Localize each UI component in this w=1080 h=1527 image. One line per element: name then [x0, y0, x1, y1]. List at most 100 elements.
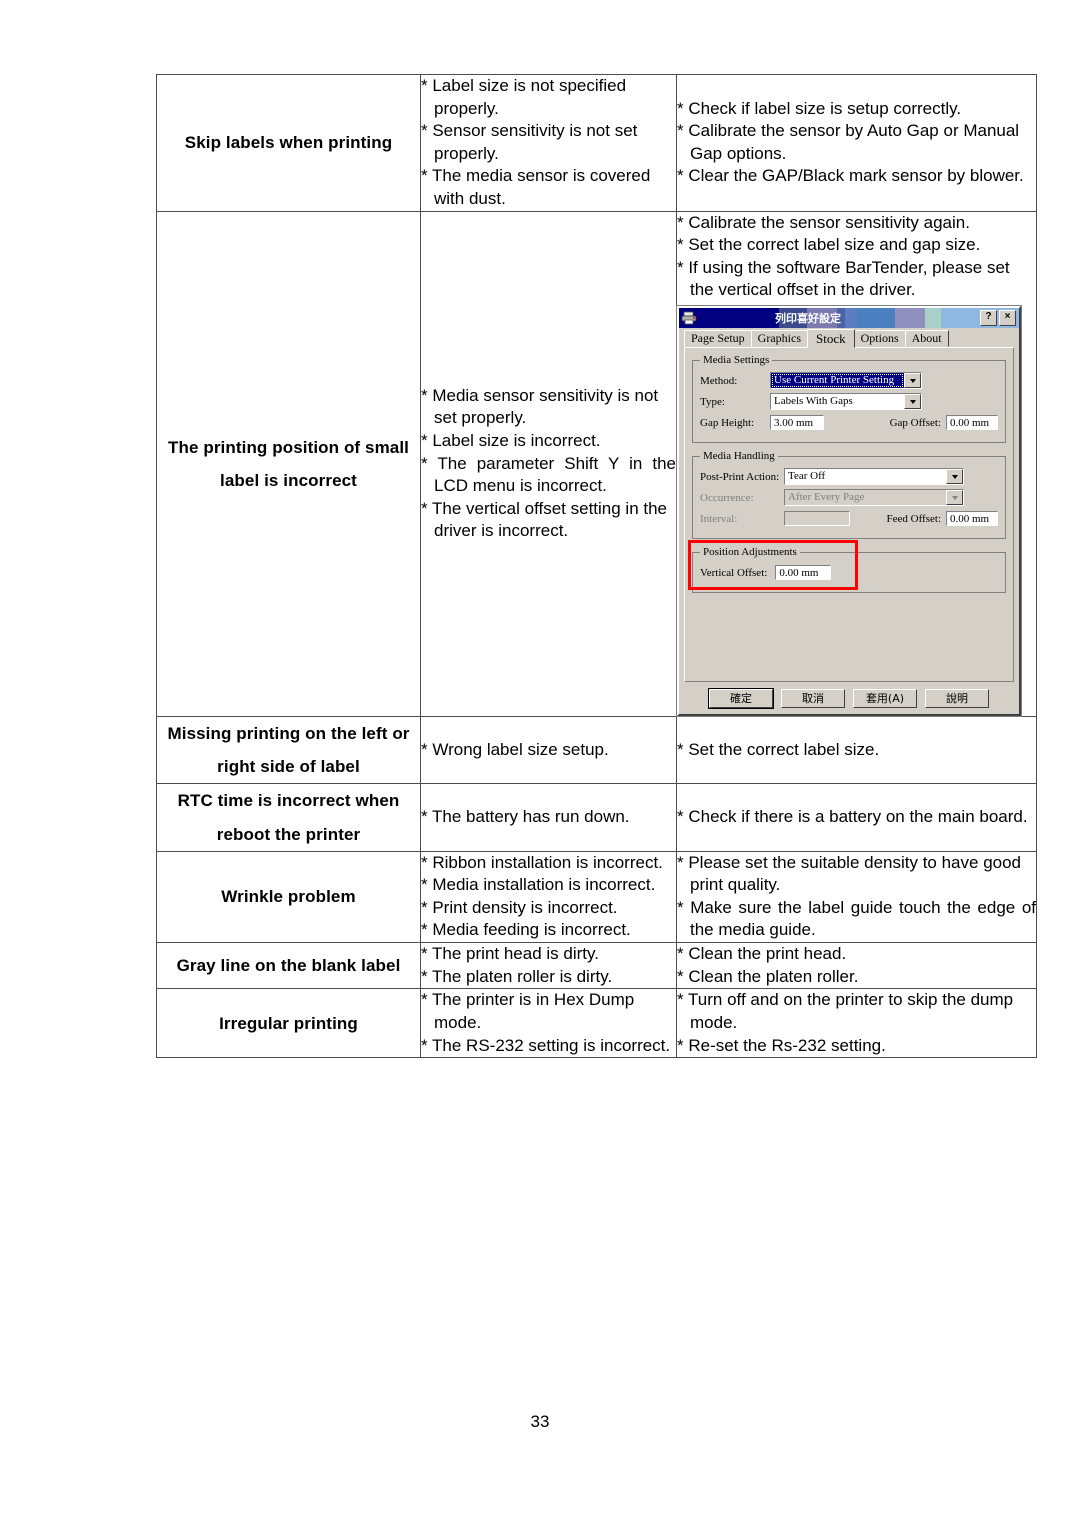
occurrence-value: After Every Page [788, 491, 865, 504]
type-row: Type: Labels With Gaps [700, 393, 998, 411]
cause-item: * The battery has run down. [421, 807, 630, 827]
table-row: Missing printing on the left or right si… [156, 716, 1037, 785]
chevron-down-icon[interactable] [904, 394, 921, 410]
chevron-down-icon[interactable] [904, 373, 921, 389]
solution-item: * If using the software BarTender, pleas… [677, 257, 1010, 300]
close-icon[interactable]: × [999, 310, 1016, 327]
cancel-button[interactable]: 取消 [781, 689, 845, 709]
solution-item: * Check if label size is setup correctly… [677, 98, 962, 118]
method-value: Use Current Printer Setting [771, 373, 904, 389]
cause-item: * The RS-232 setting is incorrect. [421, 1035, 671, 1055]
symptom-text: Gray line on the blank label [176, 956, 401, 976]
cause-cell: * The print head is dirty. * The platen … [420, 942, 677, 990]
interval-row: Interval: Feed Offset: 0.00 mm [700, 510, 998, 527]
cause-item: * The print head is dirty. [421, 944, 599, 964]
symptom-cell: RTC time is incorrect when reboot the pr… [156, 783, 421, 852]
media-settings-group: Media Settings Method: Use Current Print… [692, 354, 1006, 444]
vertical-offset-label: Vertical Offset: [700, 566, 768, 579]
symptom-cell: Skip labels when printing [156, 74, 421, 212]
cause-cell: * Wrong label size setup. [420, 716, 677, 785]
symptom-text: Skip labels when printing [184, 133, 393, 153]
solution-item: * Set the correct label size and gap siz… [677, 235, 981, 255]
solution-item: * Turn off and on the printer to skip th… [677, 990, 1014, 1032]
chevron-down-icon[interactable] [946, 469, 963, 485]
cause-item: * The printer is in Hex Dump mode. [421, 990, 635, 1032]
cause-item: * Media feeding is incorrect. [421, 920, 631, 940]
solution-item: * Check if there is a battery on the mai… [677, 807, 1028, 827]
cause-item: * The parameter Shift Y in the LCD menu … [421, 453, 676, 496]
media-handling-group: Media Handling Post-Print Action: Tear O… [692, 450, 1006, 540]
solution-item: * Set the correct label size. [677, 739, 880, 759]
solution-cell: * Turn off and on the printer to skip th… [676, 988, 1037, 1059]
method-label: Method: [700, 374, 738, 387]
solution-item: * Clean the print head. [677, 944, 847, 964]
title-bar-gradient [679, 308, 1019, 329]
solution-cell: * Clean the print head. * Clean the plat… [676, 942, 1037, 990]
table-row: RTC time is incorrect when reboot the pr… [156, 783, 1037, 852]
feed-offset-label: Feed Offset: [886, 512, 941, 525]
troubleshooting-table: Skip labels when printing * Label size i… [156, 74, 1037, 1059]
page-number: 33 [530, 1412, 550, 1431]
cause-cell: * Label size is not specified properly. … [420, 74, 677, 212]
method-row: Method: Use Current Printer Setting [700, 372, 998, 390]
method-dropdown[interactable]: Use Current Printer Setting [770, 372, 922, 390]
tab-about[interactable]: About [904, 330, 949, 348]
table-row: The printing position of small label is … [156, 210, 1037, 718]
gap-offset-input[interactable]: 0.00 mm [946, 415, 998, 431]
dialog-tab-strip: Page Setup Graphics Stock Options About [679, 328, 1019, 349]
cause-item: * Ribbon installation is incorrect. [421, 852, 663, 872]
cause-cell: * Media sensor sensitivity is not set pr… [420, 210, 677, 718]
gap-height-label: Gap Height: [700, 416, 755, 429]
post-print-action-value: Tear Off [788, 470, 826, 483]
solution-item: * Re-set the Rs-232 setting. [677, 1035, 886, 1055]
help-button[interactable]: 說明 [925, 689, 989, 709]
post-print-action-label: Post-Print Action: [700, 470, 780, 483]
tab-page-setup[interactable]: Page Setup [684, 330, 752, 348]
occurrence-dropdown: After Every Page [784, 489, 964, 507]
tab-stock[interactable]: Stock [807, 329, 855, 349]
solution-item: * Calibrate the sensor sensitivity again… [677, 212, 970, 232]
symptom-cell: Missing printing on the left or right si… [156, 716, 421, 785]
gap-height-input[interactable]: 3.00 mm [770, 415, 824, 431]
solution-item: * Clear the GAP/Black mark sensor by blo… [677, 166, 1024, 186]
table-row: Gray line on the blank label * The print… [156, 942, 1037, 990]
occurrence-row: Occurrence: After Every Page [700, 489, 998, 507]
cause-item: * Sensor sensitivity is not set properly… [421, 121, 638, 163]
type-dropdown[interactable]: Labels With Gaps [770, 393, 922, 411]
help-icon[interactable]: ? [980, 310, 997, 327]
tab-graphics[interactable]: Graphics [750, 330, 808, 348]
gap-row: Gap Height: 3.00 mm Gap Offset: 0.00 mm [700, 414, 998, 431]
vertical-offset-input[interactable]: 0.00 mm [775, 565, 832, 581]
tab-options[interactable]: Options [853, 330, 906, 348]
cause-item: * The media sensor is covered with dust. [421, 166, 651, 209]
solution-item: * Calibrate the sensor by Auto Gap or Ma… [677, 121, 1020, 163]
symptom-text-line2: right side of label [217, 757, 360, 777]
ok-button[interactable]: 確定 [709, 689, 773, 709]
apply-button[interactable]: 套用(A) [853, 689, 917, 709]
document-page: Skip labels when printing * Label size i… [0, 0, 1080, 1527]
table-row: Irregular printing * The printer is in H… [156, 988, 1037, 1059]
post-print-action-dropdown[interactable]: Tear Off [784, 468, 964, 486]
symptom-text: Wrinkle problem [221, 887, 356, 907]
cause-item: * Wrong label size setup. [421, 739, 609, 759]
cause-item: * Media installation is incorrect. [421, 875, 656, 895]
cause-item: * Label size is not specified properly. [421, 76, 627, 118]
media-settings-legend: Media Settings [703, 354, 770, 367]
symptom-text-line1: RTC time is incorrect when [177, 791, 400, 811]
symptom-cell: The printing position of small label is … [156, 210, 421, 718]
type-label: Type: [700, 395, 725, 408]
cause-item: * Print density is incorrect. [421, 897, 618, 917]
printing-preferences-dialog: 列印喜好設定 ? × Page Setup Graphics Stock Opt… [677, 306, 1021, 717]
solution-cell: * Check if there is a battery on the mai… [676, 783, 1037, 852]
feed-offset-input[interactable]: 0.00 mm [946, 511, 998, 527]
cause-cell: * The battery has run down. [420, 783, 677, 852]
symptom-text-line2: reboot the printer [216, 824, 361, 844]
position-adjustments-legend: Position Adjustments [703, 546, 797, 559]
symptom-cell: Wrinkle problem [156, 850, 421, 944]
cause-item: * Media sensor sensitivity is not set pr… [421, 385, 659, 428]
symptom-text: Irregular printing [219, 1013, 358, 1033]
gap-offset-label: Gap Offset: [889, 416, 941, 429]
dialog-title: 列印喜好設定 [775, 312, 841, 326]
position-adjustments-group: Position Adjustments Vertical Offset: 0.… [692, 546, 1006, 594]
printer-icon [681, 311, 697, 325]
